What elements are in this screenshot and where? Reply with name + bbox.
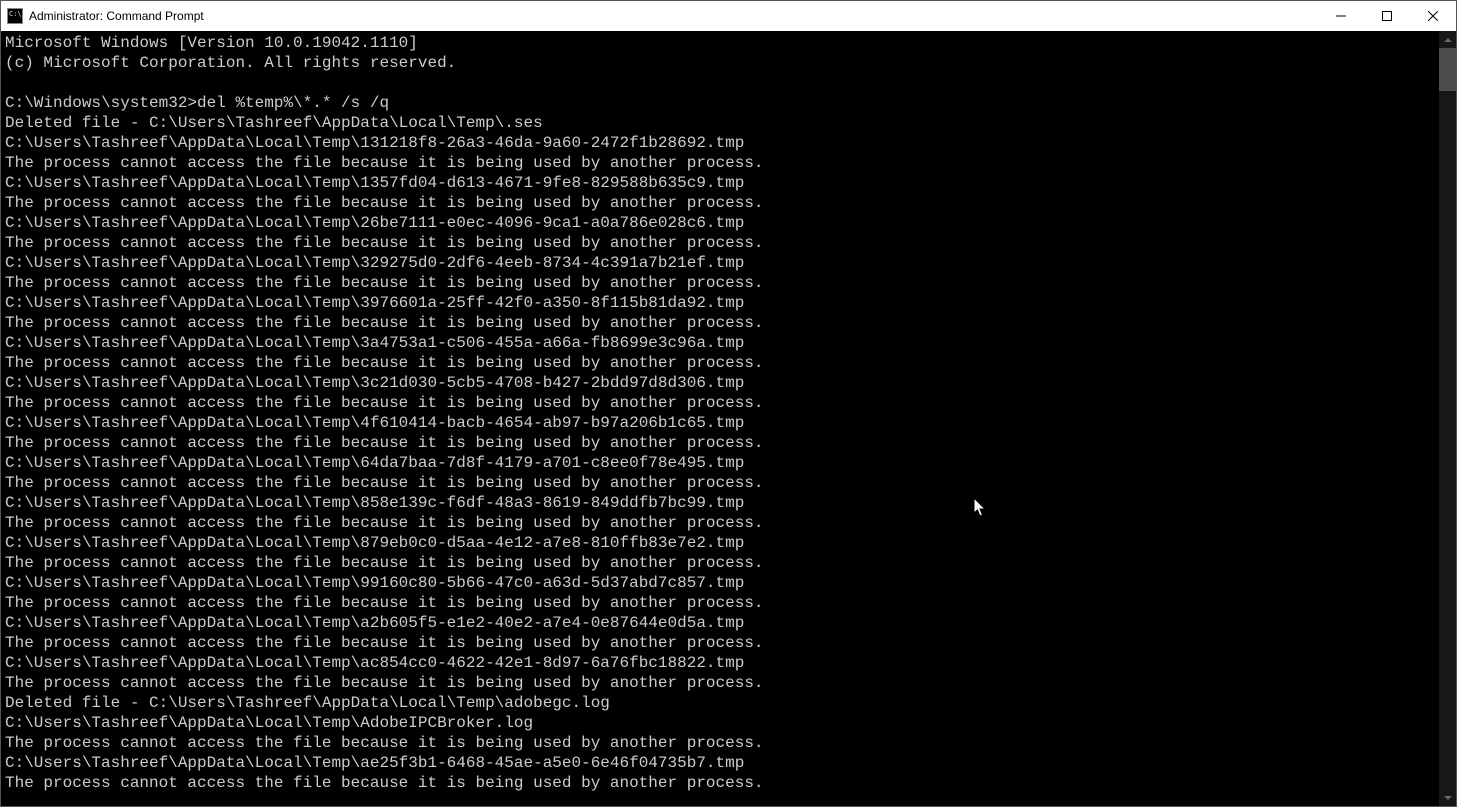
- scroll-down-arrow[interactable]: [1439, 789, 1456, 806]
- scroll-up-arrow[interactable]: [1439, 31, 1456, 48]
- command-prompt-window: Administrator: Command Prompt Microsoft …: [0, 0, 1457, 807]
- window-title: Administrator: Command Prompt: [29, 9, 1318, 23]
- scroll-thumb[interactable]: [1439, 48, 1456, 91]
- vertical-scrollbar[interactable]: [1439, 31, 1456, 806]
- app-icon: [7, 8, 23, 24]
- titlebar[interactable]: Administrator: Command Prompt: [1, 1, 1456, 31]
- scroll-track[interactable]: [1439, 48, 1456, 789]
- window-controls: [1318, 1, 1456, 31]
- console-output[interactable]: Microsoft Windows [Version 10.0.19042.11…: [1, 31, 1439, 806]
- maximize-button[interactable]: [1364, 1, 1410, 31]
- console-area: Microsoft Windows [Version 10.0.19042.11…: [1, 31, 1456, 806]
- minimize-button[interactable]: [1318, 1, 1364, 31]
- close-button[interactable]: [1410, 1, 1456, 31]
